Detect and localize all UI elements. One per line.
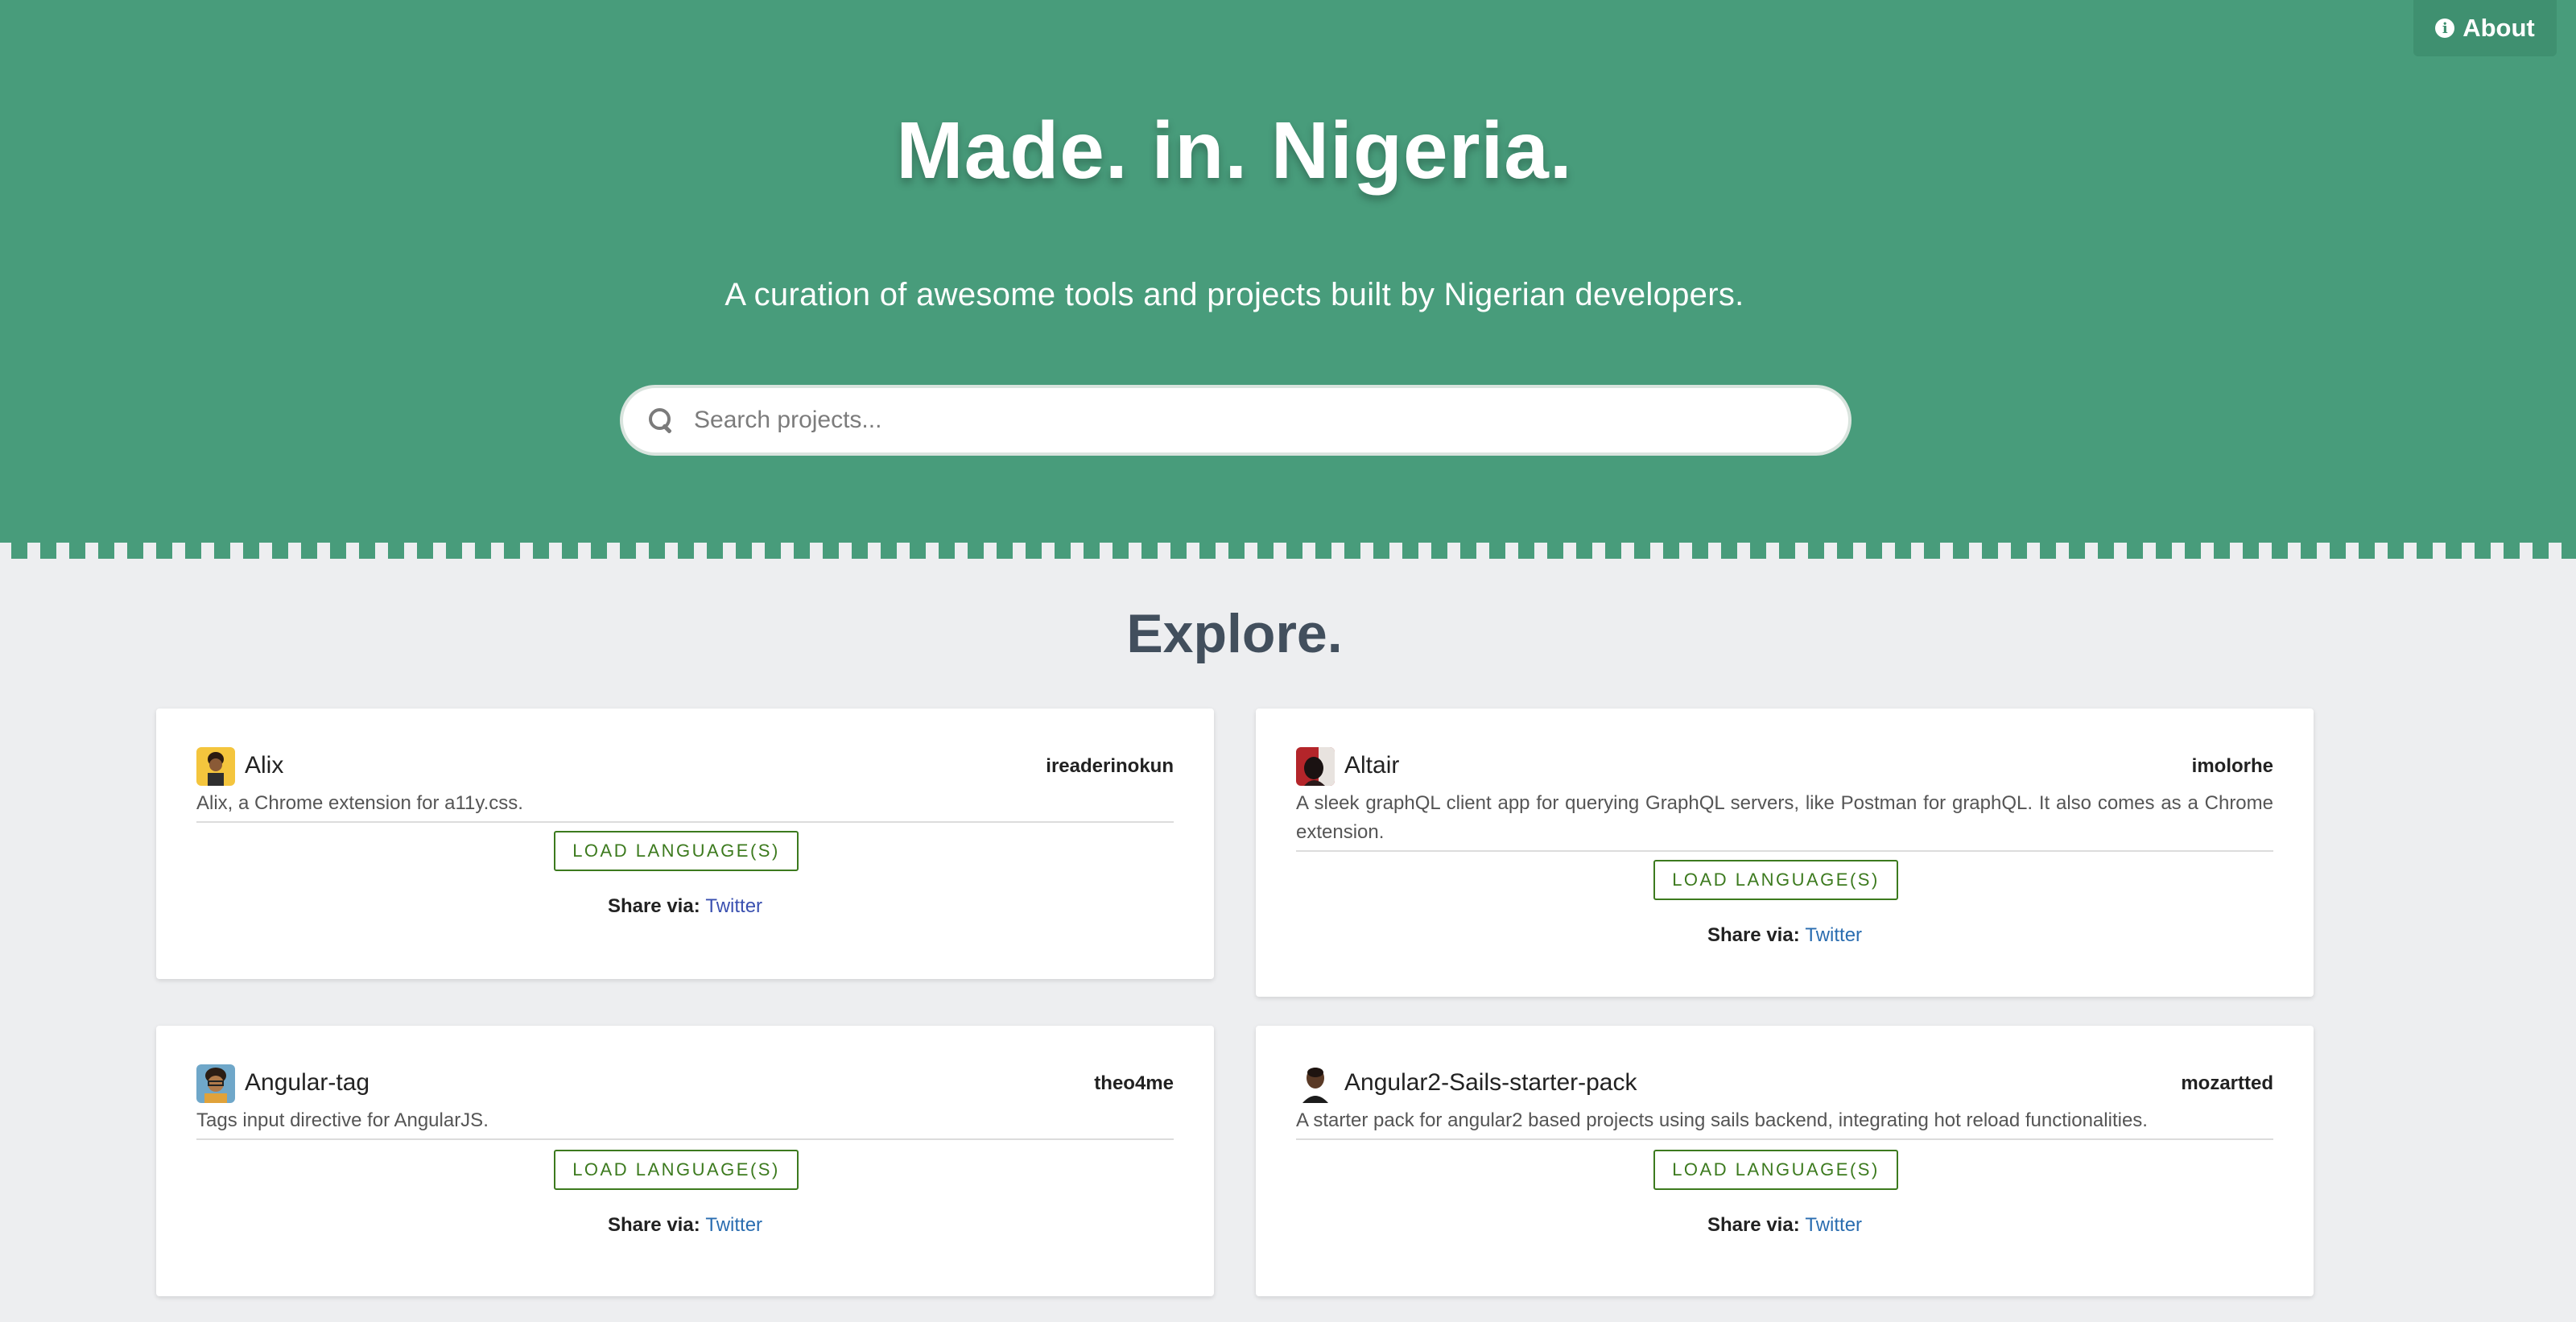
project-card-angular2-sails: Angular2-Sails-starter-pack mozartted A … — [1256, 1026, 2314, 1296]
project-description: A starter pack for angular2 based projec… — [1296, 1106, 2273, 1140]
project-card-alix: Alix ireaderinokun Alix, a Chrome extens… — [156, 709, 1214, 979]
project-name[interactable]: Altair — [1344, 752, 1399, 779]
share-label: Share via: — [607, 1214, 700, 1236]
share-twitter-link[interactable]: Twitter — [705, 895, 762, 917]
avatar — [196, 747, 235, 786]
load-languages-button[interactable]: LOAD LANGUAGE(S) — [1653, 860, 1898, 900]
explore-heading: Explore. — [1126, 603, 1343, 664]
share-row: Share via: Twitter — [1256, 1214, 2314, 1237]
about-label: About — [2462, 14, 2535, 42]
project-author[interactable]: imolorhe — [2192, 755, 2273, 778]
share-twitter-link[interactable]: Twitter — [1805, 924, 1862, 946]
project-name[interactable]: Angular2-Sails-starter-pack — [1344, 1069, 1637, 1097]
card-header: Angular2-Sails-starter-pack mozartted — [1296, 1064, 2273, 1105]
share-twitter-link[interactable]: Twitter — [1805, 1214, 1862, 1236]
search-bar[interactable] — [620, 385, 1852, 456]
load-languages-button[interactable]: LOAD LANGUAGE(S) — [1653, 1150, 1898, 1190]
avatar — [196, 1064, 235, 1103]
share-label: Share via: — [1707, 924, 1800, 946]
project-description: Tags input directive for AngularJS. — [196, 1106, 1174, 1140]
search-input[interactable] — [694, 407, 1821, 434]
project-description: A sleek graphQL client app for querying … — [1296, 789, 2273, 852]
share-twitter-link[interactable]: Twitter — [705, 1214, 762, 1236]
hero-banner: i About Made. in. Nigeria. A curation of… — [0, 0, 2576, 543]
card-header: Alix ireaderinokun — [196, 747, 1174, 787]
load-languages-button[interactable]: LOAD LANGUAGE(S) — [554, 831, 799, 871]
page-subtitle: A curation of awesome tools and projects… — [724, 277, 1744, 312]
card-header: Angular-tag theo4me — [196, 1064, 1174, 1105]
avatar — [1296, 1064, 1335, 1103]
project-author[interactable]: mozartted — [2181, 1072, 2273, 1095]
project-description: Alix, a Chrome extension for a11y.css. — [196, 789, 1174, 823]
share-row: Share via: Twitter — [1256, 924, 2314, 947]
share-label: Share via: — [1707, 1214, 1800, 1236]
project-author[interactable]: theo4me — [1094, 1072, 1174, 1095]
project-name[interactable]: Angular-tag — [245, 1069, 369, 1097]
project-card-angular-tag: Angular-tag theo4me Tags input directive… — [156, 1026, 1214, 1296]
share-row: Share via: Twitter — [156, 895, 1214, 918]
card-header: Altair imolorhe — [1296, 747, 2273, 787]
search-icon — [647, 407, 675, 434]
project-author[interactable]: ireaderinokun — [1046, 755, 1174, 778]
info-icon: i — [2435, 19, 2455, 38]
load-languages-button[interactable]: LOAD LANGUAGE(S) — [554, 1150, 799, 1190]
project-name[interactable]: Alix — [245, 752, 283, 779]
project-card-altair: Altair imolorhe A sleek graphQL client a… — [1256, 709, 2314, 997]
about-button[interactable]: i About — [2413, 0, 2557, 56]
zigzag-divider — [0, 543, 2576, 559]
share-row: Share via: Twitter — [156, 1214, 1214, 1237]
page-title: Made. in. Nigeria. — [896, 105, 1573, 196]
avatar — [1296, 747, 1335, 786]
share-label: Share via: — [607, 895, 700, 917]
